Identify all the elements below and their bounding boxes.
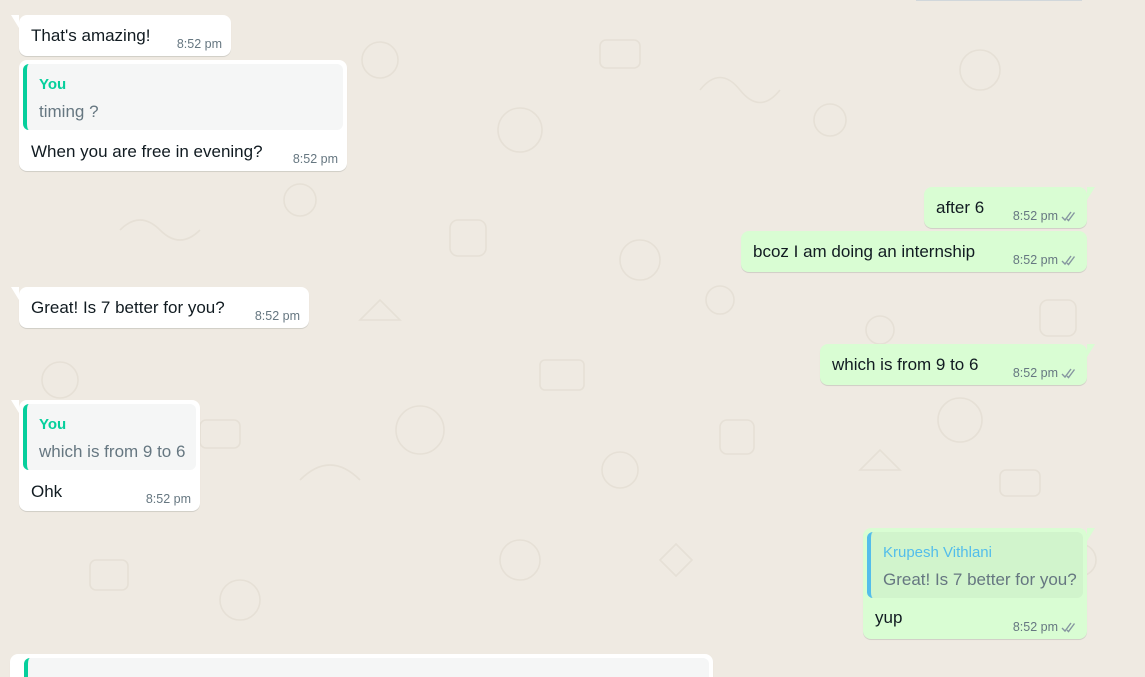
message-incoming[interactable]: Great! Is 7 better for you? 8:52 pm: [11, 287, 309, 328]
message-meta: 8:52 pm: [1013, 620, 1078, 634]
quoted-message[interactable]: Krupesh Vithlani Great! Is 7 better for …: [867, 532, 1083, 598]
quoted-text: which is from 9 to 6: [39, 442, 186, 461]
message-incoming-reply[interactable]: You timing ? When you are free in evenin…: [19, 60, 347, 171]
double-check-icon: [1061, 622, 1076, 633]
message-incoming-partial[interactable]: [10, 654, 713, 677]
message-time: 8:52 pm: [1012, 209, 1058, 223]
message-time: 8:52 pm: [254, 309, 300, 323]
message-meta: 8:52 pm: [1013, 366, 1078, 380]
message-outgoing-reply[interactable]: Krupesh Vithlani Great! Is 7 better for …: [863, 528, 1095, 639]
message-text: yup: [875, 608, 903, 627]
message-incoming-reply[interactable]: You which is from 9 to 6 Ohk 8:52 pm: [11, 400, 200, 511]
message-text: When you are free in evening?: [31, 142, 263, 161]
message-meta: 8:52 pm: [1013, 253, 1078, 267]
quoted-author: You: [39, 76, 67, 93]
message-outgoing[interactable]: which is from 9 to 6 8:52 pm: [820, 344, 1095, 385]
quoted-author: Krupesh Vithlani: [883, 544, 992, 561]
message-incoming[interactable]: That's amazing! 8:52 pm: [11, 15, 231, 56]
quoted-text: timing ?: [39, 102, 99, 121]
message-time: 8:52 pm: [1012, 620, 1058, 634]
double-check-icon: [1061, 368, 1076, 379]
double-check-icon: [1061, 255, 1076, 266]
message-meta: 8:52 pm: [1013, 209, 1078, 223]
quoted-message[interactable]: You timing ?: [23, 64, 343, 130]
message-outgoing[interactable]: bcoz I am doing an internship 8:52 pm: [741, 231, 1087, 272]
quoted-author: You: [39, 416, 67, 433]
message-text: Great! Is 7 better for you?: [31, 298, 225, 317]
message-text: bcoz I am doing an internship: [753, 242, 976, 261]
message-time: 8:52 pm: [1012, 253, 1058, 267]
header-divider: [916, 0, 1082, 1]
quoted-text: Great! Is 7 better for you?: [883, 570, 1077, 589]
message-outgoing[interactable]: after 6 8:52 pm: [924, 187, 1095, 228]
message-text: Ohk: [31, 482, 63, 501]
double-check-icon: [1061, 211, 1076, 222]
message-text: after 6: [936, 198, 985, 217]
message-text: which is from 9 to 6: [832, 355, 979, 374]
message-time: 8:52 pm: [292, 152, 338, 166]
quoted-message: [24, 658, 709, 677]
message-time: 8:52 pm: [1012, 366, 1058, 380]
quoted-message[interactable]: You which is from 9 to 6: [23, 404, 196, 470]
message-time: 8:52 pm: [145, 492, 191, 506]
message-time: 8:52 pm: [176, 37, 222, 51]
message-text: That's amazing!: [31, 26, 151, 45]
